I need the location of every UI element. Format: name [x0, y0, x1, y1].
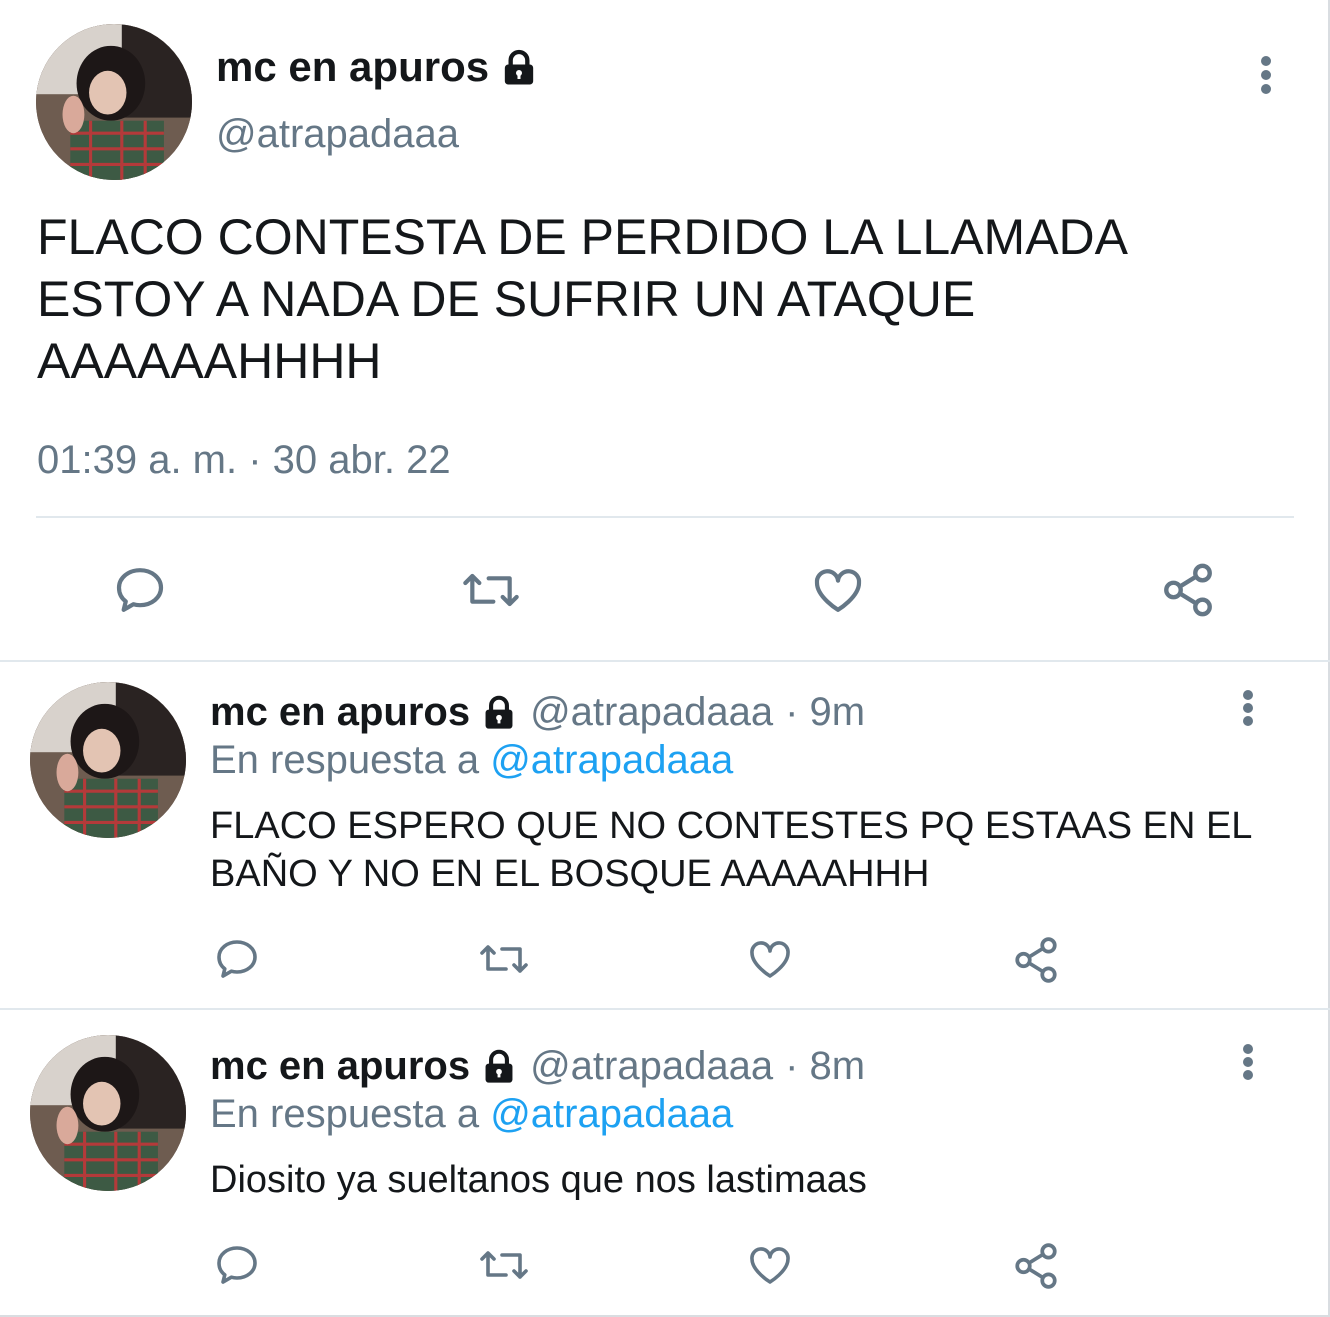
reply-avatar[interactable] [30, 1035, 186, 1191]
reply-context: En respuesta a @atrapadaaa [210, 1090, 733, 1138]
main-reply-button[interactable] [110, 560, 170, 620]
reply-time: · 8m [785, 1043, 866, 1088]
reply-reply-button[interactable] [212, 934, 262, 984]
reply-context: En respuesta a @atrapadaaa [210, 736, 733, 784]
reply-icon [217, 1246, 257, 1284]
retweet-icon [480, 1251, 528, 1279]
reply-line: FLACO ESPERO QUE NO CONTESTES PQ ESTAAS … [210, 805, 1253, 847]
reply-retweet-button[interactable] [476, 934, 532, 984]
reply-text: FLACO ESPERO QUE NO CONTESTES PQ ESTAAS … [210, 802, 1300, 898]
avatar-image [30, 1035, 186, 1191]
more-options-icon[interactable] [1259, 56, 1273, 94]
reply-header: mc en apuros @atrapadaaa · 8m [210, 1040, 865, 1092]
reply-time: · 9m [785, 689, 866, 734]
section-divider [0, 1008, 1330, 1010]
main-timestamp[interactable]: 01:39 a. m. · 30 abr. 22 [37, 436, 451, 484]
reply-display-name-row[interactable]: mc en apuros [210, 1044, 518, 1089]
avatar-image [30, 682, 186, 838]
share-icon [1164, 563, 1212, 617]
main-display-name: mc en apuros [216, 43, 490, 90]
main-tweet-text: FLACO CONTESTA DE PERDIDO LA LLAMADA EST… [37, 206, 1297, 392]
lock-icon [499, 47, 539, 87]
reply-icon [217, 940, 257, 978]
main-divider [36, 516, 1294, 518]
like-icon [814, 569, 862, 612]
reply-share-button[interactable] [1010, 934, 1062, 986]
reply-retweet-button[interactable] [476, 1240, 532, 1290]
share-icon [1015, 937, 1057, 983]
retweet-icon [463, 573, 519, 607]
more-options-icon[interactable] [1241, 1044, 1255, 1080]
reply-handle[interactable]: @atrapadaaa [530, 1044, 773, 1089]
main-display-name-row[interactable]: mc en apuros [216, 40, 539, 94]
reply-display-name: mc en apuros [210, 689, 471, 734]
reply-prefix: En respuesta a [210, 738, 480, 782]
like-icon [750, 1247, 790, 1284]
reply-avatar[interactable] [30, 682, 186, 838]
main-tweet-line: AAAAAAHHHH [37, 333, 382, 389]
reply-line: Diosito ya sueltanos que nos lastimaas [210, 1159, 867, 1201]
reply-handle[interactable]: @atrapadaaa [530, 690, 773, 735]
reply-like-button[interactable] [745, 934, 795, 984]
reply-display-name-row[interactable]: mc en apuros [210, 690, 518, 735]
lock-icon [480, 693, 518, 731]
main-handle[interactable]: @atrapadaaa [216, 110, 459, 158]
reply-share-button[interactable] [1010, 1240, 1062, 1292]
reply-header: mc en apuros @atrapadaaa · 9m [210, 686, 865, 738]
main-tweet-line: ESTOY A NADA DE SUFRIR UN ATAQUE [37, 271, 976, 327]
share-icon [1015, 1243, 1057, 1289]
reply-prefix: En respuesta a [210, 1092, 480, 1136]
avatar-image [36, 24, 192, 180]
main-share-button[interactable] [1158, 560, 1218, 620]
reply-display-name: mc en apuros [210, 1043, 471, 1088]
reply-like-button[interactable] [745, 1240, 795, 1290]
reply-to-link[interactable]: @atrapadaaa [490, 738, 733, 782]
more-options-icon[interactable] [1241, 690, 1255, 726]
main-tweet-line: FLACO CONTESTA DE PERDIDO LA LLAMADA [37, 209, 1129, 265]
lock-icon [480, 1047, 518, 1085]
reply-icon [116, 568, 164, 612]
reply-reply-button[interactable] [212, 1240, 262, 1290]
reply-text: Diosito ya sueltanos que nos lastimaas [210, 1156, 1300, 1204]
reply-line: BAÑO Y NO EN EL BOSQUE AAAAAHHH [210, 853, 930, 895]
like-icon [750, 941, 790, 978]
retweet-icon [480, 945, 528, 973]
reply-to-link[interactable]: @atrapadaaa [490, 1092, 733, 1136]
section-divider [0, 660, 1330, 662]
main-avatar[interactable] [36, 24, 192, 180]
main-like-button[interactable] [808, 560, 868, 620]
main-retweet-button[interactable] [459, 560, 523, 620]
